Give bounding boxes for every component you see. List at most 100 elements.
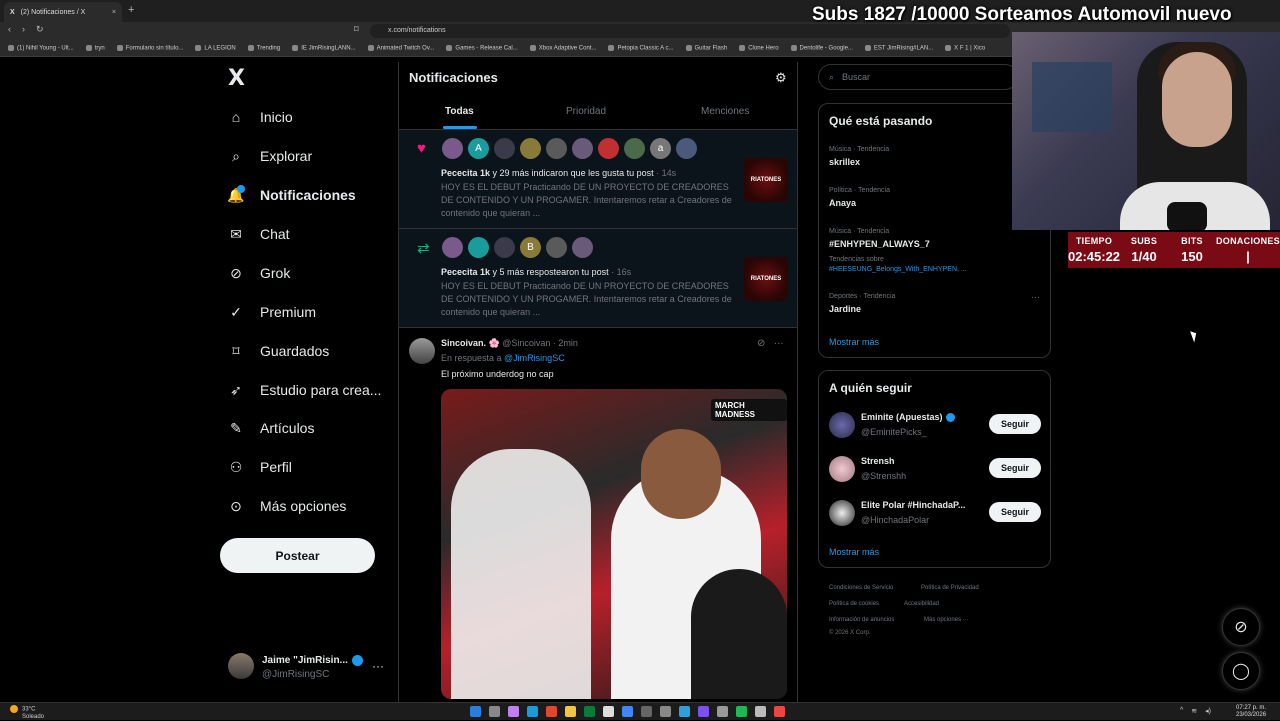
bookmark-item[interactable]: Clone Hero	[739, 45, 778, 51]
tweet-media[interactable]: MARCH MADNESS	[441, 389, 787, 699]
bookmark-item[interactable]: Xbox Adaptive Cont...	[530, 45, 597, 51]
footer-link[interactable]: Política de cookies	[829, 601, 879, 607]
avatar[interactable]	[829, 500, 855, 526]
address-bar[interactable]: x.com/notifications	[370, 24, 1010, 38]
bookmark-item[interactable]: Games - Release Cal...	[446, 45, 517, 51]
footer-link[interactable]: Política de Privacidad	[921, 585, 979, 591]
bookmark-item[interactable]: Animated Twitch Ov...	[368, 45, 435, 51]
actor-name[interactable]: Pececita 1k	[441, 168, 490, 178]
trend-item[interactable]: Anaya	[829, 198, 856, 208]
gear-icon[interactable]: ⚙	[775, 70, 787, 86]
browser-tab[interactable]: X (2) Notificaciones / X ×	[4, 2, 122, 22]
avatar[interactable]	[572, 138, 593, 159]
avatar[interactable]	[442, 237, 463, 258]
chrome-icon[interactable]	[622, 706, 633, 717]
avatar[interactable]	[442, 138, 463, 159]
footer-link[interactable]: Información de anuncios	[829, 617, 894, 623]
sidebar-item-notificaciones[interactable]: 🔔 Notificaciones	[226, 182, 355, 208]
x-logo-icon[interactable]: X	[228, 66, 245, 91]
wifi-icon[interactable]: ≋	[1191, 707, 1197, 715]
more-options-icon[interactable]: ···	[372, 659, 384, 673]
sidebar-item-artículos[interactable]: ✎ Artículos	[226, 415, 314, 441]
avatar[interactable]	[546, 138, 567, 159]
avatar[interactable]: B	[520, 237, 541, 258]
avatar[interactable]	[829, 456, 855, 482]
sidebar-item-perfil[interactable]: ⚇ Perfil	[226, 454, 292, 480]
follow-button[interactable]: Seguir	[989, 414, 1041, 434]
volume-icon[interactable]: ◂)	[1205, 707, 1211, 715]
avatar[interactable]	[494, 237, 515, 258]
bookmark-item[interactable]: X F 1 | Xico	[945, 45, 985, 51]
edge-icon[interactable]	[527, 706, 538, 717]
avatar[interactable]	[520, 138, 541, 159]
app-icon[interactable]	[508, 706, 519, 717]
grok-fab-button[interactable]: ⊘	[1222, 608, 1260, 646]
app-icon[interactable]	[641, 706, 652, 717]
tweet[interactable]: Sincoivan. 🌸 @Sincoivan · 2min ⊘ ··· En …	[399, 328, 797, 702]
bookmark-item[interactable]: tryn	[86, 45, 105, 51]
notification-item[interactable]: ♥ Aa Pececita 1k y 29 más indicaron que le…	[399, 130, 797, 229]
footer-link[interactable]: Condiciones de Servicio	[829, 585, 893, 591]
trend-item[interactable]: skrillex	[829, 157, 860, 167]
trend-item[interactable]: #ENHYPEN_ALWAYS_7	[829, 239, 930, 249]
account-switcher[interactable]: Jaime "JimRisin... @JimRisingSC ···	[228, 653, 388, 683]
notification-item[interactable]: ⇄ B Pececita 1k y 5 más respostearon tu po…	[399, 229, 797, 328]
post-thumbnail[interactable]: RIATONES	[744, 158, 788, 202]
app-icon[interactable]	[774, 706, 785, 717]
discord-icon[interactable]	[698, 706, 709, 717]
avatar[interactable]	[598, 138, 619, 159]
bookmark-item[interactable]: LA LEGION	[195, 45, 235, 51]
sidebar-item-premium[interactable]: ✓ Premium	[226, 299, 316, 325]
actor-name[interactable]: Pececita 1k	[441, 267, 490, 277]
post-button[interactable]: Postear	[220, 538, 375, 573]
chat-fab-button[interactable]: ◯	[1222, 652, 1260, 690]
sidebar-item-estudio-para-crea[interactable]: ➶ Estudio para crea...	[226, 377, 381, 403]
bookmark-page-icon[interactable]: ⌑	[354, 24, 359, 35]
bookmark-item[interactable]: Formulario sin título...	[117, 45, 184, 51]
spotify-icon[interactable]	[736, 706, 747, 717]
tweet-author-name[interactable]: Sincoivan. 🌸	[441, 338, 500, 348]
tab-prioridad[interactable]: Prioridad	[566, 106, 606, 117]
trend-item[interactable]: Jardine	[829, 304, 861, 314]
follow-name[interactable]: Strensh	[861, 456, 895, 466]
follow-name[interactable]: Eminite (Apuestas)	[861, 412, 955, 423]
avatar[interactable]	[572, 237, 593, 258]
avatar[interactable]: A	[468, 138, 489, 159]
tab-menciones[interactable]: Menciones	[701, 106, 749, 117]
follow-name[interactable]: Elite Polar #HinchadaP...	[861, 500, 965, 510]
sidebar-item-más-opciones[interactable]: ⊙ Más opciones	[226, 493, 346, 519]
reload-icon[interactable]: ↻	[36, 24, 44, 35]
search-input[interactable]: ⌕ Buscar	[818, 64, 1018, 90]
avatar[interactable]	[468, 237, 489, 258]
app-icon[interactable]	[603, 706, 614, 717]
avatar[interactable]	[494, 138, 515, 159]
new-tab-button[interactable]: +	[128, 4, 134, 16]
folder-icon[interactable]	[565, 706, 576, 717]
avatar[interactable]: a	[650, 138, 671, 159]
avatar[interactable]	[546, 237, 567, 258]
search-icon[interactable]	[489, 706, 500, 717]
sidebar-item-chat[interactable]: ✉ Chat	[226, 221, 289, 247]
follow-show-more[interactable]: Mostrar más	[829, 547, 879, 557]
sidebar-item-explorar[interactable]: ⌕ Explorar	[226, 143, 312, 169]
avatar[interactable]	[829, 412, 855, 438]
taskbar-clock[interactable]: 07:27 p. m. 23/03/2026	[1236, 705, 1266, 719]
sidebar-item-guardados[interactable]: ⌑ Guardados	[226, 338, 329, 364]
post-thumbnail[interactable]: RIATONES	[744, 257, 788, 301]
app-icon[interactable]	[755, 706, 766, 717]
bookmark-item[interactable]: Guitar Flash	[686, 45, 728, 51]
forward-arrow-icon[interactable]: ›	[22, 24, 25, 34]
follow-button[interactable]: Seguir	[989, 502, 1041, 522]
weather-widget[interactable]: 33°C Soleado	[10, 705, 44, 721]
obs-icon[interactable]	[660, 706, 671, 717]
avatar[interactable]	[409, 338, 435, 364]
bookmark-item[interactable]: (1) Nihil Young - Ult...	[8, 45, 74, 51]
app-icon[interactable]	[717, 706, 728, 717]
sidebar-item-grok[interactable]: ⊘ Grok	[226, 260, 290, 286]
avatar[interactable]	[676, 138, 697, 159]
start-icon[interactable]	[470, 706, 481, 717]
app-icon[interactable]	[584, 706, 595, 717]
app-icon[interactable]	[679, 706, 690, 717]
trend-more-icon[interactable]: ···	[1031, 292, 1040, 302]
footer-link[interactable]: Más opciones ···	[924, 617, 969, 623]
